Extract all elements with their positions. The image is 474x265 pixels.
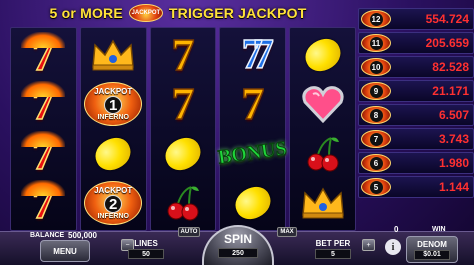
crown-icon (291, 180, 355, 226)
reel-1: 7 7 7 7 (10, 27, 77, 231)
jackpot-ladder: 12 554.724 11 205.659 10 82.528 9 21.171 8 6.507 7… (358, 8, 474, 220)
jackpot-level-row: 5 1.144 (358, 176, 474, 198)
jackpot-level-number: 11 (369, 36, 383, 50)
win-label: WIN (432, 226, 446, 233)
lemon-icon (291, 32, 355, 78)
jackpot-amount: 3.743 (438, 132, 469, 146)
jackpot-level-number: 6 (369, 156, 383, 170)
jackpot-amount: 6.507 (438, 108, 469, 122)
lemon-icon (81, 131, 145, 177)
jackpot-level-icon: 10 (361, 58, 391, 76)
trigger-jackpot-banner: 5 or MORE JACKPOT TRIGGER JACKPOT (0, 0, 356, 26)
gold-seven-icon: 7 (171, 28, 196, 80)
menu-button-label: MENU (53, 246, 77, 256)
gold-seven-icon: 7 (241, 78, 266, 130)
max-bet-button[interactable]: MAX (277, 227, 297, 237)
jackpot-level-icon: 6 (361, 154, 391, 172)
bet-per-value: 5 (315, 249, 351, 259)
jackpot-amount: 554.724 (425, 12, 469, 26)
jackpot-level-icon: 7 (361, 130, 391, 148)
balance-label: BALANCE (30, 232, 65, 239)
lines-value: 50 (128, 249, 164, 259)
flaming-seven-icon: 7 (11, 179, 75, 227)
lines-control: LINES 50 (125, 236, 167, 262)
jackpot-badge-text: JACKPOT (131, 10, 161, 16)
denom-value: $0.01 (414, 249, 450, 260)
reel-4: 77 7 BONUS (217, 27, 289, 231)
jackpot-level-row: 9 21.171 (358, 80, 474, 102)
jackpot-level-row: 12 554.724 (358, 8, 474, 30)
banner-right-text: TRIGGER JACKPOT (168, 5, 307, 21)
balance-value: 500,000 (68, 231, 97, 240)
auto-button[interactable]: AUTO (178, 227, 200, 237)
jackpot-level-icon: 11 (361, 34, 391, 52)
jackpot-level-icon: 5 (361, 178, 391, 196)
lines-label: LINES (134, 239, 158, 248)
jackpot-badge-icon: JACKPOT (128, 4, 163, 22)
jackpot-amount: 82.528 (432, 60, 469, 74)
reels-area[interactable]: 7 7 7 7 JACKPOT 1 INFERNO JACKPOT 2 INFERNO … (10, 27, 356, 231)
jackpot-inferno-2-icon: JACKPOT 2 INFERNO (81, 180, 145, 226)
jackpot-level-row: 7 3.743 (358, 128, 474, 150)
denom-button[interactable]: DENOM $0.01 (406, 236, 458, 263)
lemon-icon (221, 180, 285, 226)
game-screen: 5 or MORE JACKPOT TRIGGER JACKPOT 7 7 7 … (0, 0, 474, 265)
crown-icon (81, 32, 145, 78)
info-button[interactable]: i (385, 239, 401, 255)
reel-3: 7 7 (149, 27, 217, 231)
flaming-seven-icon: 7 (11, 80, 75, 128)
jackpot-level-number: 10 (369, 60, 383, 74)
jackpot-level-row: 10 82.528 (358, 56, 474, 78)
jackpot-amount: 1.980 (438, 156, 469, 170)
heart-icon (291, 81, 355, 127)
jackpot-level-row: 8 6.507 (358, 104, 474, 126)
jackpot-level-icon: 9 (361, 82, 391, 100)
double-blue-seven-icon: 77 (241, 31, 275, 79)
banner-left-text: 5 or MORE (49, 5, 123, 21)
jackpot-level-number: 8 (369, 108, 383, 122)
flaming-seven-icon: 7 (11, 31, 75, 78)
reel-2: JACKPOT 1 INFERNO JACKPOT 2 INFERNO (79, 27, 147, 231)
cherry-icon (291, 131, 355, 177)
jackpot-amount: 1.144 (438, 180, 469, 194)
jackpot-level-number: 5 (369, 180, 383, 194)
bonus-icon: BONUS (217, 137, 289, 169)
jackpot-level-row: 6 1.980 (358, 152, 474, 174)
jackpot-level-icon: 12 (361, 10, 391, 28)
total-bet-value: 250 (218, 248, 258, 258)
reel-5 (289, 27, 356, 231)
jackpot-amount: 21.171 (432, 84, 469, 98)
jackpot-level-number: 12 (369, 12, 383, 26)
jackpot-amount: 205.659 (425, 36, 469, 50)
jackpot-level-row: 11 205.659 (358, 32, 474, 54)
jackpot-level-icon: 8 (361, 106, 391, 124)
menu-button[interactable]: MENU (40, 240, 90, 262)
gold-seven-icon: 7 (171, 78, 196, 130)
spin-label: SPIN (223, 232, 252, 246)
jackpot-level-number: 9 (369, 84, 383, 98)
jackpot-inferno-1-icon: JACKPOT 1 INFERNO (81, 81, 145, 127)
lemon-icon (151, 131, 215, 177)
bet-per-control: BET PER 5 (308, 236, 358, 262)
denom-label: DENOM (417, 239, 447, 249)
win-value: 0 (394, 225, 399, 234)
cherry-icon (151, 180, 215, 226)
bet-increase-button[interactable]: + (362, 239, 375, 251)
jackpot-level-number: 7 (369, 132, 383, 146)
flaming-seven-icon: 7 (11, 130, 75, 177)
bet-per-label: BET PER (315, 239, 351, 248)
